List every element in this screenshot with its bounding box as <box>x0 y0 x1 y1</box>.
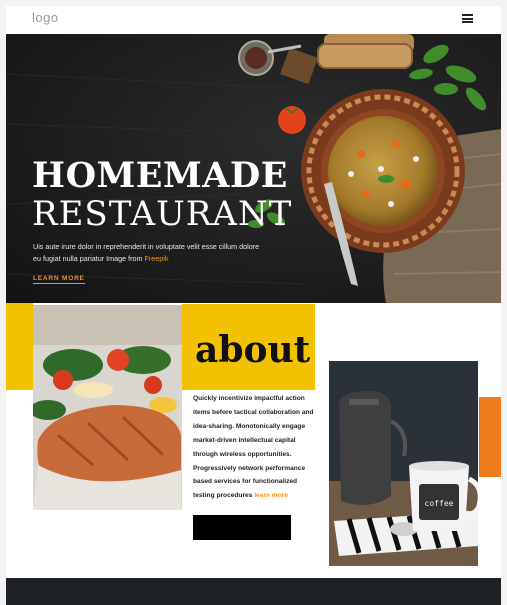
about-body-text: Quickly incentivize impactful action ite… <box>193 395 314 500</box>
salmon-dish-image <box>33 305 182 510</box>
site-logo[interactable]: logo <box>32 10 59 25</box>
hamburger-menu-icon[interactable] <box>462 14 473 23</box>
hero-credit-link[interactable]: Freepik <box>144 254 168 263</box>
coffee-image: coffee <box>329 361 478 566</box>
hero-title-line2: RESTAURANT <box>32 194 293 234</box>
hero-section: HOMEMADE RESTAURANT Uis aute irure dolor… <box>6 34 501 303</box>
yellow-accent-block-left <box>6 303 33 390</box>
hero-learn-more-link[interactable]: LEARN MORE <box>33 275 85 284</box>
about-title: about <box>195 329 311 371</box>
hero-title-line1: HOMEMADE <box>32 155 288 196</box>
site-header: logo <box>6 6 501 34</box>
next-section-dark-strip <box>6 578 501 605</box>
page: logo HOMEMADE RESTAURANT Uis aute irure … <box>6 6 501 605</box>
coffee-mug-label: coffee <box>424 499 454 508</box>
about-action-button[interactable] <box>193 515 291 540</box>
orange-accent-bar <box>479 397 501 477</box>
about-learn-more-link[interactable]: learn more <box>254 492 288 499</box>
about-body: Quickly incentivize impactful action ite… <box>193 392 320 503</box>
hero-description: Uis aute irure dolor in reprehenderit in… <box>33 241 263 265</box>
hero-title: HOMEMADE RESTAURANT <box>32 158 292 231</box>
